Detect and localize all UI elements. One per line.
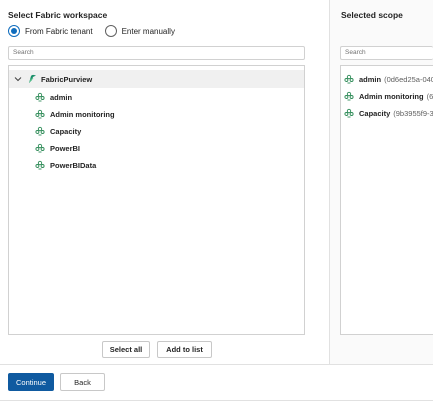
tree-root-label: FabricPurview xyxy=(41,74,93,84)
workspace-selection-panel: Select Fabric workspace From Fabric tena… xyxy=(0,0,329,364)
fabric-logo-icon xyxy=(27,74,37,84)
radio-from-fabric-tenant[interactable]: From Fabric tenant xyxy=(8,25,93,37)
workspace-icon xyxy=(35,160,45,170)
scope-item-admin-monitoring[interactable]: Admin monitoring (6 xyxy=(344,89,433,103)
scope-item-id: (9b3955f9-3 xyxy=(393,108,433,118)
radio-selected-icon xyxy=(8,25,20,37)
scope-item-id: (0d6ed25a-040 xyxy=(384,74,433,84)
selected-scope-list: admin (0d6ed25a-040 Admin monitoring (6 … xyxy=(340,65,433,335)
workspace-icon xyxy=(344,91,354,101)
footer-divider xyxy=(0,364,433,365)
scope-item-capacity[interactable]: Capacity (9b3955f9-3 xyxy=(344,106,433,120)
radio-enter-manually[interactable]: Enter manually xyxy=(104,25,175,37)
tree-item-powerbidata[interactable]: PowerBIData xyxy=(35,158,96,172)
scope-item-name: admin xyxy=(359,74,382,84)
add-to-list-button[interactable]: Add to list xyxy=(157,341,212,358)
radio-unselected-icon xyxy=(104,25,117,37)
tree-item-capacity[interactable]: Capacity xyxy=(35,124,81,138)
workspace-icon xyxy=(35,92,45,102)
workspace-icon xyxy=(344,108,354,118)
tree-item-label: Capacity xyxy=(50,126,82,136)
tree-item-admin[interactable]: admin xyxy=(35,90,72,104)
workspace-tree: FabricPurview admin Admin monitoring Cap… xyxy=(8,65,305,335)
tree-item-label: PowerBI xyxy=(50,143,81,153)
workspace-search-input[interactable]: Search xyxy=(8,46,305,60)
tree-item-powerbi[interactable]: PowerBI xyxy=(35,141,80,155)
scope-search-input[interactable]: Search xyxy=(340,46,433,60)
radio-label: Enter manually xyxy=(121,26,175,36)
tree-root-fabricpurview[interactable]: FabricPurview xyxy=(9,70,304,88)
radio-label: From Fabric tenant xyxy=(25,26,93,36)
source-radio-group: From Fabric tenant Enter manually xyxy=(8,25,187,37)
workspace-icon xyxy=(344,74,354,84)
panel-title: Select Fabric workspace xyxy=(8,10,108,20)
workspace-icon xyxy=(35,143,45,153)
continue-button[interactable]: Continue xyxy=(8,373,54,391)
tree-item-label: PowerBIData xyxy=(50,160,97,170)
scope-item-admin[interactable]: admin (0d6ed25a-040 xyxy=(344,72,433,86)
tree-item-label: Admin monitoring xyxy=(50,109,115,119)
scope-item-name: Admin monitoring xyxy=(359,91,424,101)
scope-item-name: Capacity xyxy=(359,108,391,118)
back-button[interactable]: Back xyxy=(60,373,105,391)
workspace-icon xyxy=(35,126,45,136)
tree-item-admin-monitoring[interactable]: Admin monitoring xyxy=(35,107,115,121)
workspace-icon xyxy=(35,109,45,119)
panel-title: Selected scope xyxy=(341,10,403,20)
scope-item-id: (6 xyxy=(426,91,433,101)
chevron-down-icon[interactable] xyxy=(13,74,23,84)
tree-item-label: admin xyxy=(50,92,73,102)
bottom-divider xyxy=(0,400,433,401)
select-all-button[interactable]: Select all xyxy=(102,341,150,358)
